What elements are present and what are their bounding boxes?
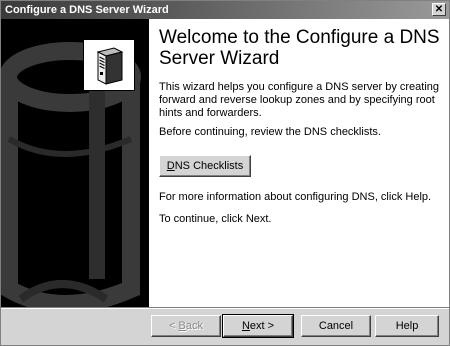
dns-checklists-button[interactable]: DNS Checklists <box>159 155 251 177</box>
wizard-side-panel <box>1 19 149 313</box>
server-icon-frame <box>83 39 135 91</box>
help-button[interactable]: Help <box>375 315 439 337</box>
window-title: Configure a DNS Server Wizard <box>5 4 169 16</box>
dns-checklists-label: NS Checklists <box>174 160 244 172</box>
next-label: ext > <box>249 320 275 332</box>
next-button[interactable]: Next > <box>222 314 294 338</box>
close-icon: ✕ <box>434 4 444 15</box>
title-bar[interactable]: Configure a DNS Server Wizard ✕ <box>1 1 449 19</box>
next-accel: N <box>241 320 250 332</box>
back-label: ack <box>185 320 203 332</box>
intro-text: This wizard helps you configure a DNS se… <box>159 81 440 119</box>
page-title: Welcome to the Configure a DNS Server Wi… <box>159 27 440 69</box>
help-info-text: For more information about configuring D… <box>159 191 432 203</box>
checklist-prompt: Before continuing, review the DNS checkl… <box>159 126 381 138</box>
back-accel: B <box>178 320 186 332</box>
continue-text: To continue, click Next. <box>159 213 272 225</box>
cancel-button[interactable]: Cancel <box>301 315 371 337</box>
back-prefix: < <box>169 320 179 332</box>
dns-checklists-accel: D <box>166 160 175 172</box>
wizard-window: Configure a DNS Server Wizard ✕ Welcome … <box>0 0 450 346</box>
server-icon <box>96 47 124 85</box>
back-button[interactable]: < Back <box>151 315 221 337</box>
close-button[interactable]: ✕ <box>432 3 446 16</box>
wizard-content: Welcome to the Configure a DNS Server Wi… <box>149 19 449 307</box>
button-bar-separator <box>1 307 449 309</box>
